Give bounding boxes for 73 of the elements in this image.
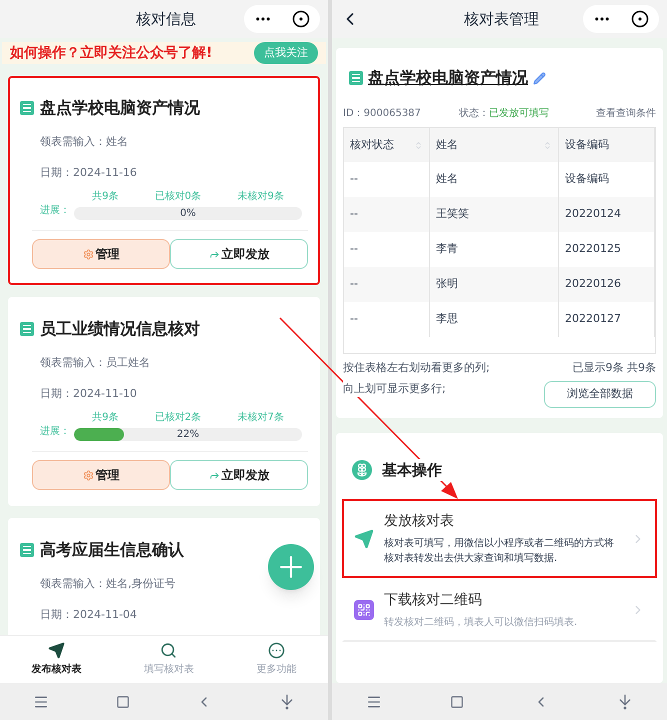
date-label: 日期：2024-11-16 xyxy=(40,164,138,180)
action-description: 转发核对二维码，填表人可以微信扫码填表. xyxy=(384,616,578,630)
share-icon xyxy=(208,470,220,480)
share-icon xyxy=(208,248,220,260)
home-icon[interactable] xyxy=(116,694,130,708)
total-count: 共9条 xyxy=(92,410,119,425)
todo-count: 未核对9条 xyxy=(237,190,284,204)
action-title: 下载核对二维码 xyxy=(384,591,483,610)
input-label: 领表需输入：员工姓名 xyxy=(40,355,151,371)
capsule-menu[interactable] xyxy=(583,5,659,33)
manage-button[interactable]: 管理 xyxy=(32,239,170,269)
sort-icon xyxy=(543,140,552,150)
row-count: 已显示9条 共9条 xyxy=(572,360,656,376)
flower-icon xyxy=(352,460,372,480)
section-title: 基本操作 xyxy=(382,458,442,481)
list-icon xyxy=(349,71,363,85)
table-cell: 20220127 xyxy=(559,302,655,337)
page-title: 核对表管理 xyxy=(463,8,540,30)
table-cell: -- xyxy=(344,302,430,337)
page-title: 核对信息 xyxy=(135,8,197,30)
paper-plane-icon xyxy=(354,528,374,548)
progress-label: 进展： xyxy=(40,424,70,439)
download-icon[interactable] xyxy=(616,694,633,710)
done-count: 已核对0条 xyxy=(154,190,202,204)
total-count: 共9条 xyxy=(92,190,119,204)
capsule-menu[interactable] xyxy=(244,5,320,33)
input-label: 领表需输入：姓名,身份证号 xyxy=(40,576,176,592)
card-title: 员工业绩情况信息核对 xyxy=(40,318,200,340)
publish-button[interactable]: 立即发放 xyxy=(170,239,308,269)
qr-code-icon xyxy=(354,600,374,620)
card-title: 盘点学校电脑资产情况 xyxy=(40,97,200,119)
list-icon xyxy=(20,101,34,115)
banner-text: 如何操作？立即关注公众号了解! xyxy=(10,44,212,62)
menu-icon[interactable] xyxy=(366,694,382,710)
todo-count: 未核对7条 xyxy=(237,410,284,425)
sheet-card[interactable]: 高考应届生信息确认 领表需输入：姓名,身份证号 日期：2024-11-04 xyxy=(8,518,320,635)
input-label: 领表需输入：姓名 xyxy=(40,134,129,150)
send-icon xyxy=(48,642,65,659)
status-text: 已发放可填写 xyxy=(489,106,549,121)
date-label: 日期：2024-11-04 xyxy=(40,606,138,622)
card-title: 高考应届生信息确认 xyxy=(40,539,184,561)
target-icon[interactable] xyxy=(292,10,310,28)
manage-button[interactable]: 管理 xyxy=(32,460,170,490)
progress-percent: 0% xyxy=(179,207,197,220)
home-icon[interactable] xyxy=(450,694,464,708)
gear-icon xyxy=(82,470,94,480)
sort-icon xyxy=(414,140,423,150)
action-item[interactable]: 发放核对表 核对表可填写，用微信以小程序或者二维码的方式将核对表转发出去供大家查询和填写数据. xyxy=(342,499,657,578)
status-label: 状态： xyxy=(459,106,489,121)
sheet-id: ID：900065387 xyxy=(343,107,422,121)
action-title: 发放核对表 xyxy=(384,512,455,531)
search-icon xyxy=(160,642,178,659)
download-icon[interactable] xyxy=(278,694,295,710)
query-link[interactable]: 查看查询条件 xyxy=(596,106,656,121)
sheet-card[interactable]: 员工业绩情况信息核对 领表需输入：员工姓名 日期：2024-11-10 进展： 共9条 已核对2条 未核对7条 22% 管理 立即发放 xyxy=(8,297,320,506)
date-label: 日期：2024-11-10 xyxy=(40,386,138,402)
list-icon xyxy=(20,322,34,336)
progress-percent: 22% xyxy=(176,428,200,441)
menu-icon[interactable] xyxy=(33,694,50,710)
browse-button[interactable]: 浏览全部数据 xyxy=(544,380,656,408)
target-icon[interactable] xyxy=(631,10,649,28)
progress-label: 进展： xyxy=(40,204,70,218)
table-cell: 李思 xyxy=(430,302,559,337)
publish-button[interactable]: 立即发放 xyxy=(170,460,308,490)
edit-icon[interactable] xyxy=(533,72,546,84)
list-icon xyxy=(20,543,34,557)
more-icon xyxy=(268,642,286,659)
sheet-card[interactable]: 盘点学校电脑资产情况 领表需输入：姓名 日期：2024-11-16 进展： 共9条 已核对0条 未核对9条 0% 管理 立即发放 xyxy=(8,76,320,285)
sheet-title: 盘点学校电脑资产情况 xyxy=(368,67,528,89)
done-count: 已核对2条 xyxy=(154,410,202,425)
gear-icon xyxy=(82,248,94,260)
tab[interactable]: 发布核对表 xyxy=(31,642,82,677)
action-description: 核对表可填写，用微信以小程序或者二维码的方式将核对表转发出去供大家查询和填写数据. xyxy=(384,536,615,566)
